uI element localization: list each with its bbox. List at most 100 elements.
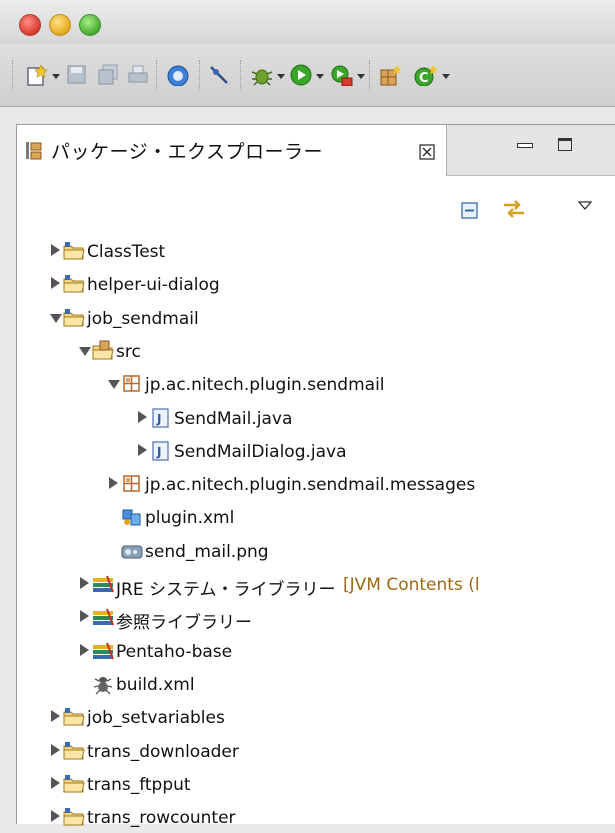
java-file-icon: J	[152, 407, 169, 428]
tree-item-label: trans_rowcounter	[87, 808, 236, 829]
collapsed-twisty-icon[interactable]	[51, 810, 60, 823]
collapsed-twisty-icon[interactable]	[51, 710, 60, 723]
library-icon	[93, 575, 114, 593]
external-tools-dropdown-icon[interactable]	[357, 74, 365, 79]
package-icon	[123, 475, 140, 492]
collapse-all-icon[interactable]	[461, 202, 479, 220]
tree-item-label: job_setvariables	[87, 708, 225, 729]
tab-label: パッケージ・エクスプローラー	[51, 141, 324, 163]
tree-row[interactable]: jp.ac.nitech.plugin.sendmail	[17, 368, 615, 400]
close-window-button[interactable]	[19, 14, 41, 36]
external-tools-icon[interactable]	[330, 64, 354, 86]
tree-item-label: JRE システム・ライブラリー	[116, 580, 336, 600]
debug-icon[interactable]	[250, 64, 274, 86]
tree-item-label: send_mail.png	[145, 541, 269, 562]
source-folder-icon	[92, 340, 114, 360]
collapsed-twisty-icon[interactable]	[51, 244, 60, 256]
project-folder-icon	[63, 774, 85, 793]
library-icon	[93, 642, 114, 659]
tree-item-label: jp.ac.nitech.plugin.sendmail.messages	[145, 475, 476, 496]
collapsed-twisty-icon[interactable]	[51, 277, 60, 290]
debug-dropdown-icon[interactable]	[277, 74, 285, 79]
tree-item-label: plugin.xml	[145, 508, 235, 529]
new-class-icon[interactable]: C	[413, 64, 439, 86]
tree-row[interactable]: src	[17, 335, 615, 367]
minimize-view-button[interactable]	[517, 143, 533, 148]
expanded-twisty-icon[interactable]	[108, 380, 120, 390]
project-folder-icon	[63, 808, 85, 826]
gear-icon[interactable]	[166, 64, 190, 86]
new-wizard-icon[interactable]	[25, 64, 49, 86]
tree-item-label: trans_ftpput	[87, 774, 191, 795]
collapsed-twisty-icon[interactable]	[80, 610, 89, 623]
library-icon	[93, 608, 114, 626]
tree-item-label: Pentaho-base	[116, 641, 233, 662]
project-folder-icon	[63, 308, 85, 327]
package-icon	[123, 375, 140, 392]
tree-row[interactable]: build.xml	[17, 668, 615, 700]
toolbar-separator	[199, 60, 200, 90]
main-toolbar: C	[0, 44, 615, 107]
toolbar-separator	[156, 60, 157, 90]
new-class-dropdown-icon[interactable]	[442, 74, 450, 79]
tree-row[interactable]: trans_downloader	[17, 735, 615, 767]
tree-row[interactable]: helper-ui-dialog	[17, 268, 615, 300]
maximize-view-button[interactable]	[558, 138, 572, 151]
tree-row[interactable]: job_setvariables	[17, 701, 615, 733]
tree-row[interactable]: trans_ftpput	[17, 768, 615, 800]
tree-row[interactable]: J SendMailDialog.java	[17, 435, 615, 467]
new-dropdown-icon[interactable]	[52, 74, 60, 79]
expanded-twisty-icon[interactable]	[50, 313, 62, 323]
tree-item-label: trans_downloader	[87, 741, 239, 762]
save-icon[interactable]	[66, 64, 88, 86]
collapsed-twisty-icon[interactable]	[51, 776, 60, 789]
tree-row[interactable]: jp.ac.nitech.plugin.sendmail.messages	[17, 468, 615, 500]
tree-item-label: jp.ac.nitech.plugin.sendmail	[145, 375, 385, 396]
project-folder-icon	[63, 741, 85, 759]
window-titlebar	[0, 0, 615, 44]
package-explorer-view: パッケージ・エクスプローラー ClassTest helper-ui-dialog…	[16, 124, 615, 828]
tree-item-label: build.xml	[116, 674, 195, 695]
svg-text:J: J	[156, 445, 161, 459]
tree-item-label: job_sendmail	[87, 308, 199, 329]
tree-row[interactable]: plugin.xml	[17, 501, 615, 533]
link-with-editor-icon[interactable]	[501, 197, 527, 221]
collapsed-twisty-icon[interactable]	[80, 577, 89, 589]
collapsed-twisty-icon[interactable]	[51, 743, 60, 756]
tree-item-label: helper-ui-dialog	[87, 275, 220, 296]
tree-row[interactable]: J SendMail.java	[17, 402, 615, 434]
toolbar-separator	[240, 60, 241, 90]
svg-text:C: C	[419, 71, 429, 86]
collapsed-twisty-icon[interactable]	[109, 477, 118, 490]
new-package-icon[interactable]	[378, 64, 402, 86]
collapsed-twisty-icon[interactable]	[138, 410, 147, 423]
tree-item-label: ClassTest	[87, 242, 166, 262]
view-menu-icon[interactable]	[578, 201, 592, 211]
collapsed-twisty-icon[interactable]	[80, 643, 89, 656]
run-dropdown-icon[interactable]	[316, 74, 324, 79]
close-tab-icon[interactable]	[419, 144, 435, 160]
zoom-window-button[interactable]	[79, 14, 101, 36]
run-icon[interactable]	[290, 64, 312, 86]
skip-breakpoints-icon[interactable]	[208, 64, 230, 86]
svg-text:J: J	[156, 412, 161, 426]
tree-row[interactable]: trans_rowcounter	[17, 801, 615, 833]
tree-row[interactable]: JRE システム・ライブラリー [JVM Contents (l	[17, 568, 615, 600]
print-icon[interactable]	[127, 64, 149, 86]
tree-row[interactable]: ClassTest	[17, 235, 615, 267]
tab-package-explorer[interactable]: パッケージ・エクスプローラー	[17, 125, 447, 176]
tree-row[interactable]: 参照ライブラリー	[17, 601, 615, 633]
tree-row[interactable]: Pentaho-base	[17, 635, 615, 667]
toolbar-separator	[369, 60, 370, 90]
expanded-twisty-icon[interactable]	[79, 346, 91, 356]
plugin-xml-icon	[122, 509, 141, 526]
project-folder-icon	[63, 275, 85, 293]
save-all-icon[interactable]	[97, 64, 119, 86]
tree-item-label: 参照ライブラリー	[116, 613, 252, 634]
tree-row[interactable]: send_mail.png	[17, 535, 615, 567]
minimize-window-button[interactable]	[49, 14, 71, 36]
view-tabstrip: パッケージ・エクスプローラー	[17, 125, 615, 176]
tree-row[interactable]: job_sendmail	[17, 302, 615, 334]
tree-item-label: src	[116, 341, 141, 362]
collapsed-twisty-icon[interactable]	[138, 443, 147, 456]
